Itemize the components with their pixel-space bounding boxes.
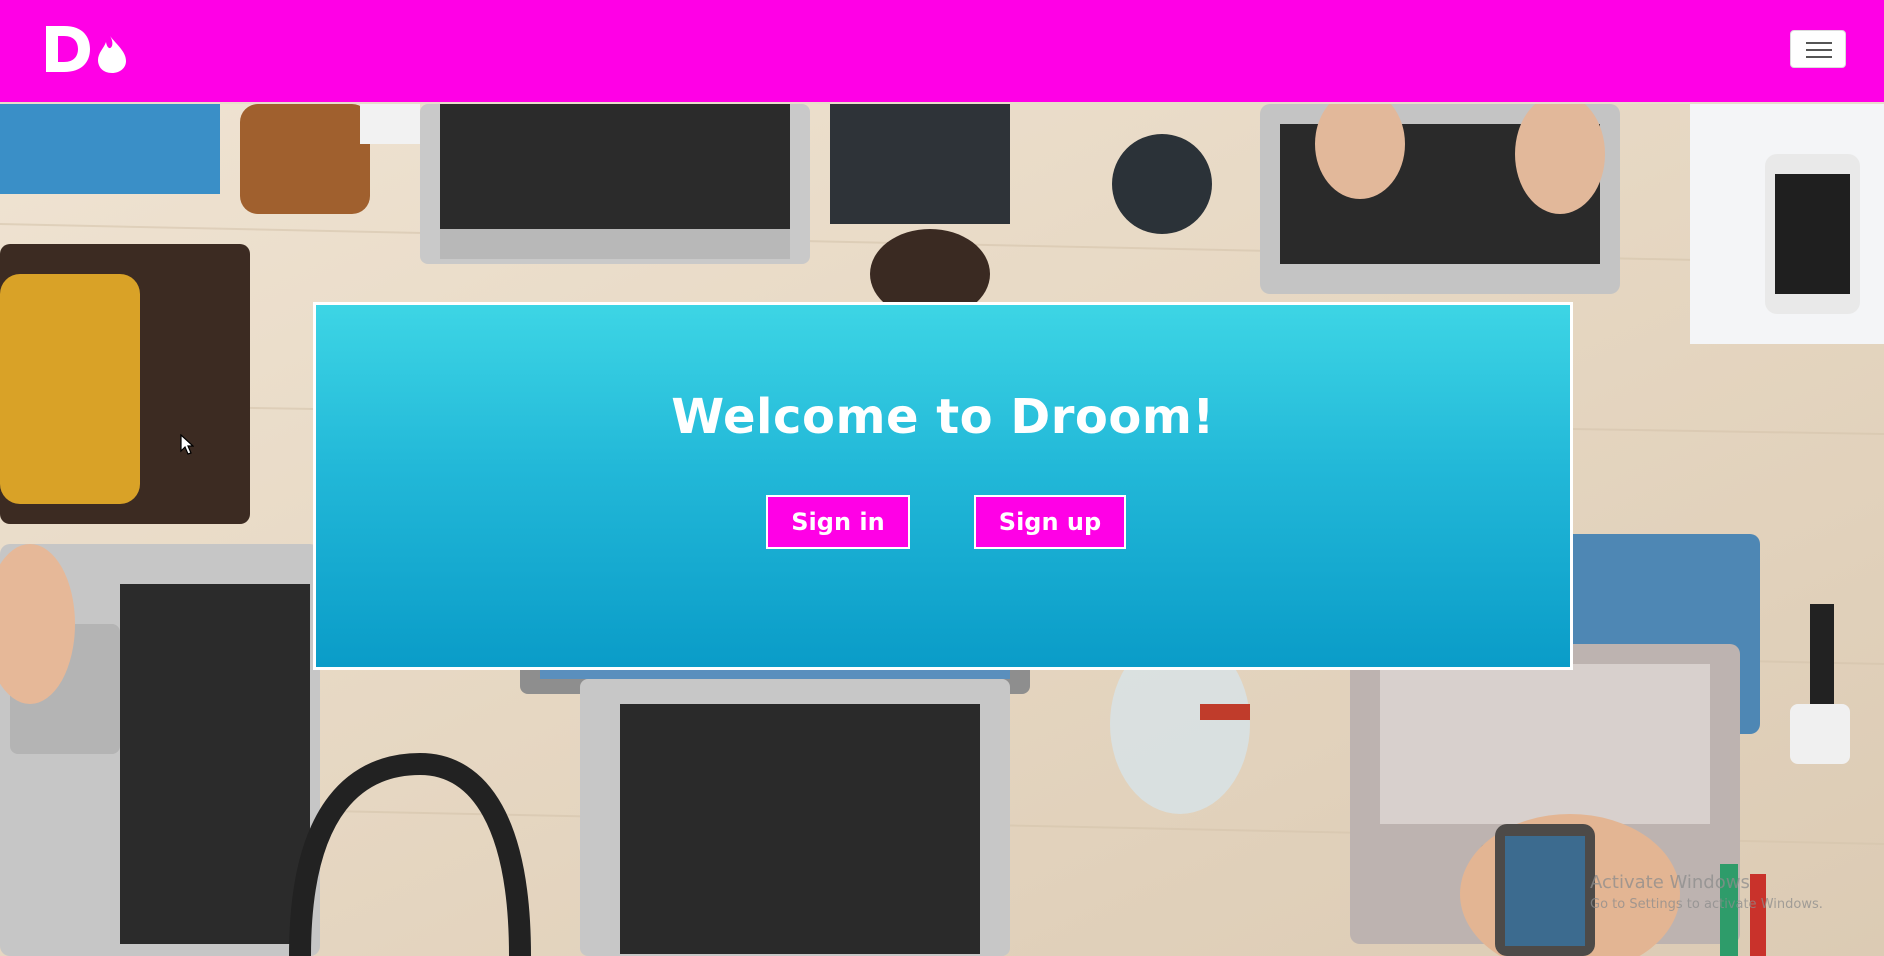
sign-up-button[interactable]: Sign up	[974, 495, 1126, 549]
menu-toggle-button[interactable]	[1790, 30, 1846, 68]
hamburger-menu-icon	[1806, 42, 1832, 44]
droom-logo[interactable]	[44, 24, 130, 74]
welcome-title: Welcome to Droom!	[671, 389, 1215, 445]
activate-windows-watermark: Activate Windows Go to Settings to activ…	[1590, 872, 1823, 912]
top-navbar	[0, 0, 1884, 102]
hamburger-bar	[1806, 56, 1832, 58]
landing-page: Welcome to Droom! Sign in Sign up Activa…	[0, 0, 1884, 956]
hamburger-bar	[1806, 49, 1832, 51]
watermark-title: Activate Windows	[1590, 872, 1750, 893]
welcome-panel: Welcome to Droom! Sign in Sign up	[313, 302, 1573, 670]
sign-in-button[interactable]: Sign in	[766, 495, 910, 549]
mouse-pointer-icon	[180, 434, 194, 455]
watermark-subtitle: Go to Settings to activate Windows.	[1590, 897, 1823, 912]
